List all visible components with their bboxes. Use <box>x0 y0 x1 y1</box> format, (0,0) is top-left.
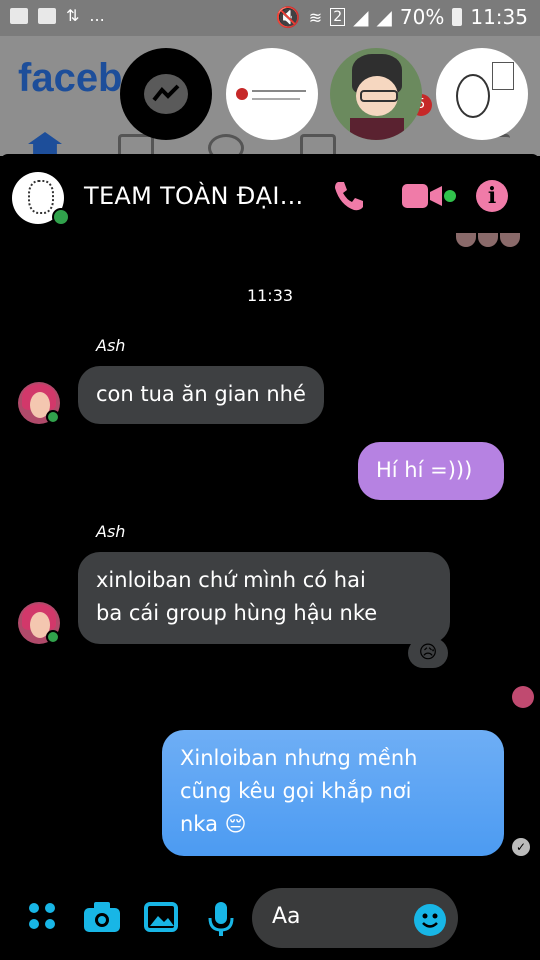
battery-percent: 70% <box>399 5 445 29</box>
message-bubble-incoming[interactable]: con tua ăn gian nhé <box>78 366 324 424</box>
message-bubble-outgoing[interactable]: Hí hí =))) <box>358 442 504 500</box>
mute-icon: 🔇 <box>275 5 301 29</box>
video-active-dot <box>444 190 456 202</box>
online-indicator <box>46 410 60 424</box>
message-text-line: nka 😔 <box>180 812 247 836</box>
delivered-check-icon: ✓ <box>512 838 530 856</box>
sim-indicator: 2 <box>330 8 346 26</box>
chat-title[interactable]: TEAM TOÀN ĐẠI... <box>84 182 304 210</box>
message-bubble-outgoing[interactable]: Xinloiban nhưng mềnh cũng kêu gọi khắp n… <box>162 730 504 856</box>
chat-head-anime-avatar[interactable] <box>330 48 422 140</box>
sender-name: Ash <box>96 336 126 355</box>
gallery-icon <box>10 7 28 24</box>
message-text-line: cũng kêu gọi khắp nơi <box>180 779 412 803</box>
post-thumbnail-icon <box>236 88 248 100</box>
message-timestamp: 11:33 <box>246 286 294 305</box>
message-text-line: ba cái group hùng hậu nke <box>96 601 378 625</box>
microphone-icon[interactable] <box>208 902 234 940</box>
message-text: con tua ăn gian nhé <box>96 382 306 406</box>
data-transfer-icon: ⇅ <box>66 6 80 25</box>
message-input-placeholder: Aa <box>272 904 301 929</box>
camera-icon[interactable] <box>84 902 120 936</box>
message-text-line: Xinloiban nhưng mềnh <box>180 746 418 770</box>
info-icon[interactable]: i <box>476 180 508 212</box>
quick-reaction-button[interactable]: 😂 <box>478 898 518 938</box>
signal-icon-2: ◢ <box>376 5 392 29</box>
signal-icon: ◢ <box>353 5 369 29</box>
message-bubble-incoming[interactable]: xinloiban chứ mình có hai ba cái group h… <box>78 552 450 644</box>
sender-name: Ash <box>96 522 126 541</box>
home-icon <box>28 132 62 156</box>
read-receipt-avatar <box>512 686 534 708</box>
message-text-line: xinloiban chứ mình có hai <box>96 568 366 592</box>
status-bar: ⇅ ... 🔇 ≋ 2 ◢ ◢ 70% 11:35 <box>0 0 540 36</box>
facebook-logo: faceb <box>18 56 123 100</box>
message-icon <box>38 7 56 24</box>
message-reaction[interactable]: 😥 <box>408 638 448 668</box>
video-call-icon[interactable] <box>402 184 442 212</box>
status-overflow: ... <box>89 6 105 25</box>
chat-head-messenger[interactable] <box>120 48 212 140</box>
gallery-icon[interactable] <box>144 902 178 936</box>
message-composer: Aa 😂 <box>0 878 540 960</box>
online-indicator <box>46 630 60 644</box>
message-text: Hí hí =))) <box>376 458 473 482</box>
phone-call-icon[interactable] <box>330 178 366 218</box>
chat-head-shared-post[interactable] <box>226 48 318 140</box>
chat-head-sketch-avatar[interactable] <box>436 48 528 140</box>
battery-icon <box>452 8 463 26</box>
seen-by-avatars <box>454 232 534 247</box>
chat-header: TEAM TOÀN ĐẠI... i <box>0 154 540 247</box>
wifi-icon: ≋ <box>308 7 323 27</box>
clock: 11:35 <box>470 5 528 29</box>
apps-grid-icon[interactable] <box>28 902 56 934</box>
online-indicator <box>52 208 70 226</box>
messenger-icon <box>144 74 188 114</box>
emoji-icon[interactable] <box>414 904 446 936</box>
chat-panel: TEAM TOÀN ĐẠI... i 11:33 Ash con tua ăn … <box>0 154 540 960</box>
